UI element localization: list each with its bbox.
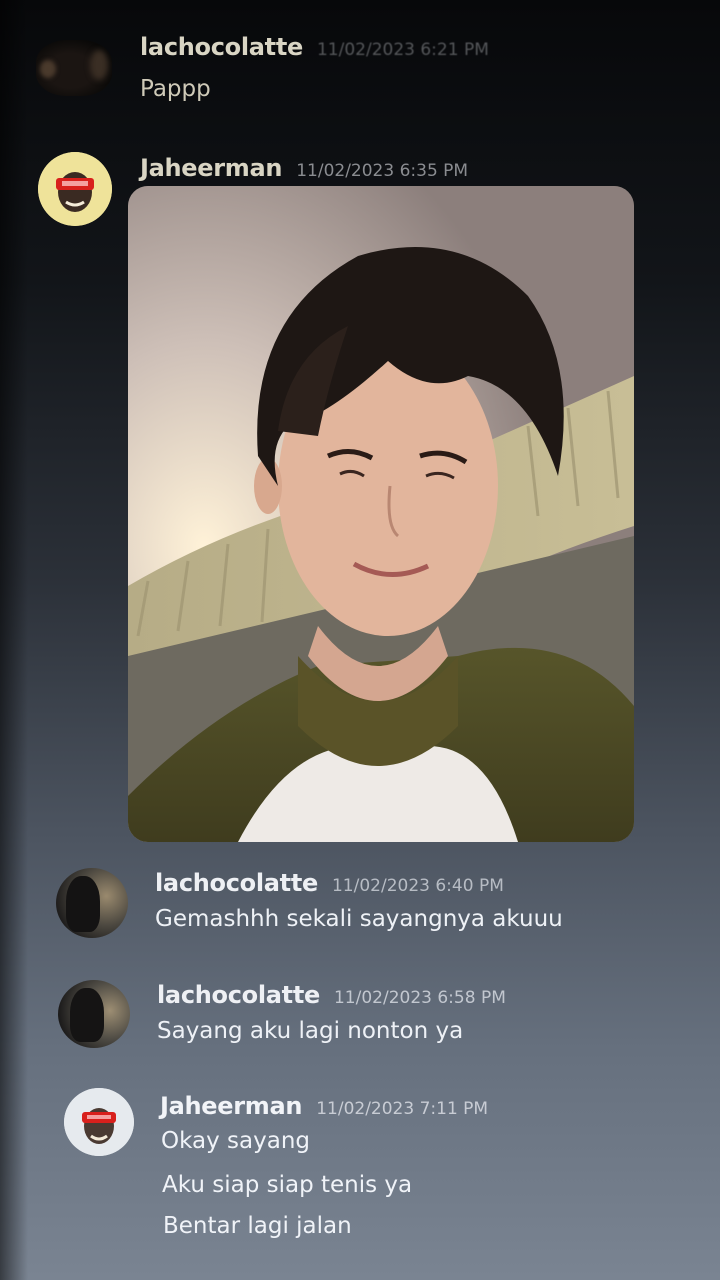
message-text: Okay sayang xyxy=(161,1128,310,1154)
timestamp: 11/02/2023 6:21 PM xyxy=(316,40,489,60)
message-text: Gemashhh sekali sayangnya akuuu xyxy=(155,906,563,932)
message-text: Pappp xyxy=(140,76,211,102)
timestamp: 11/02/2023 6:58 PM xyxy=(333,988,506,1008)
message-text: Aku siap siap tenis ya xyxy=(162,1172,413,1198)
timestamp: 11/02/2023 6:40 PM xyxy=(331,876,504,896)
photo-image xyxy=(128,186,634,842)
username[interactable]: Jaheerman xyxy=(160,1092,303,1120)
avatar[interactable] xyxy=(56,868,128,938)
avatar[interactable] xyxy=(36,40,112,96)
timestamp: 11/02/2023 6:35 PM xyxy=(296,161,469,181)
avatar[interactable] xyxy=(38,152,112,226)
avatar[interactable] xyxy=(64,1088,134,1156)
message-text: Sayang aku lagi nonton ya xyxy=(157,1018,464,1044)
username[interactable]: lachocolatte xyxy=(157,981,320,1009)
avatar[interactable] xyxy=(58,980,130,1048)
avatar-face-icon xyxy=(38,152,112,226)
message-text: Bentar lagi jalan xyxy=(163,1213,352,1239)
username[interactable]: lachocolatte xyxy=(140,33,303,61)
screen-edge-shadow xyxy=(0,0,28,1280)
photo-attachment[interactable] xyxy=(128,186,634,842)
avatar-face-icon xyxy=(64,1088,134,1156)
username[interactable]: Jaheerman xyxy=(140,154,283,182)
username[interactable]: lachocolatte xyxy=(155,869,318,897)
timestamp: 11/02/2023 7:11 PM xyxy=(316,1099,489,1119)
